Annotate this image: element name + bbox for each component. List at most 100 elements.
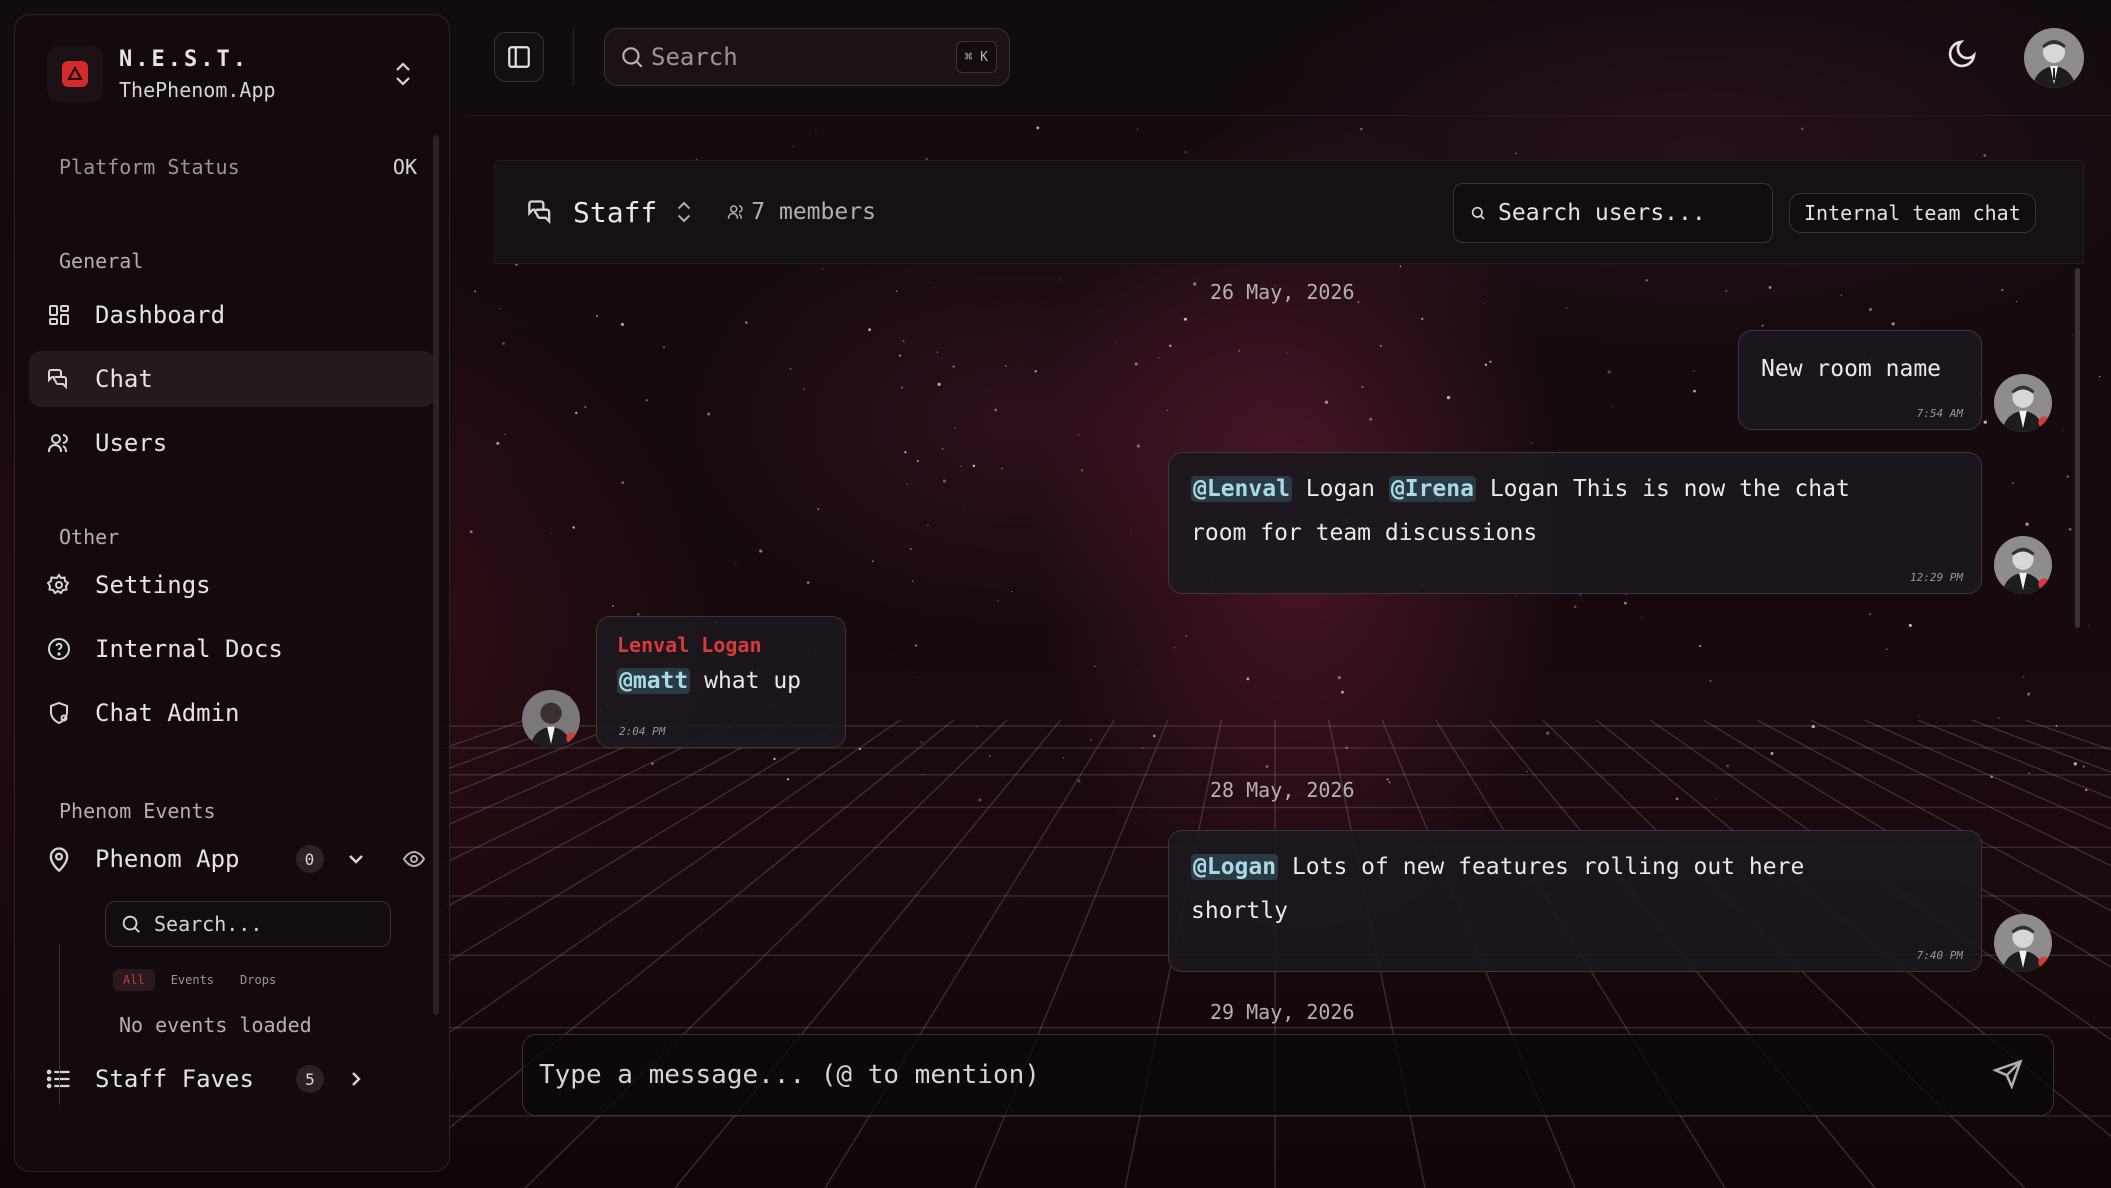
help-circle-icon xyxy=(45,635,73,663)
sidebar-item-users[interactable]: Users xyxy=(29,415,435,471)
dashboard-icon xyxy=(45,301,73,329)
chat-header: Staff 7 members Search users... Internal… xyxy=(494,160,2084,264)
message-list[interactable]: 26 May, 2026 New room name 7:54 AM @Lenv… xyxy=(494,264,2084,1024)
mention[interactable]: @Irena xyxy=(1388,476,1476,502)
sidebar-item-settings[interactable]: Settings xyxy=(29,557,435,613)
users-icon xyxy=(728,205,743,219)
message-time: 7:54 AM xyxy=(1916,407,1963,420)
sidebar-item-chat[interactable]: Chat xyxy=(29,351,435,407)
message-time: 12:29 PM xyxy=(1910,571,1963,584)
users-icon xyxy=(45,429,73,457)
message-time: 2:04 PM xyxy=(619,725,666,738)
member-count-text: 7 members xyxy=(751,199,876,225)
search-icon xyxy=(122,915,140,933)
avatar[interactable] xyxy=(1994,536,2052,594)
events-empty-text: No events loaded xyxy=(119,1013,312,1037)
date-separator: 26 May, 2026 xyxy=(1210,280,1355,304)
staff-faves-count: 5 xyxy=(295,1065,324,1093)
avatar[interactable] xyxy=(1994,914,2052,972)
brand-switcher[interactable]: N.E.S.T. ThePhenom.App xyxy=(29,15,435,133)
section-other-label: Other xyxy=(59,525,120,549)
events-search-input[interactable]: Search... xyxy=(105,901,391,947)
sidebar-item-label: Settings xyxy=(95,571,211,599)
sidebar-item-internal-docs[interactable]: Internal Docs xyxy=(29,621,435,677)
map-pin-icon xyxy=(49,847,69,873)
events-filter-tabs: All Events Drops xyxy=(113,969,435,991)
message-text: New room name xyxy=(1761,356,1942,382)
sidebar-item-label: Chat Admin xyxy=(95,699,240,727)
filter-all[interactable]: All xyxy=(113,969,155,991)
message-sender[interactable]: Lenval Logan xyxy=(617,631,825,659)
mention[interactable]: @Logan xyxy=(1191,854,1279,880)
chevron-down-icon[interactable] xyxy=(346,849,366,869)
sidebar-item-label: Internal Docs xyxy=(95,635,283,663)
message-bubble-own[interactable]: New room name 7:54 AM xyxy=(1738,330,1982,430)
message-text: room for team discussions xyxy=(1191,520,1538,546)
filter-drops[interactable]: Drops xyxy=(230,969,286,991)
filter-events[interactable]: Events xyxy=(161,969,224,991)
avatar[interactable] xyxy=(522,690,580,748)
staff-faves-row[interactable]: Staff Faves 5 xyxy=(29,1051,435,1107)
shortcut-hint: ⌘ K xyxy=(955,41,997,73)
mention[interactable]: @Lenval xyxy=(1191,476,1292,502)
user-avatar[interactable] xyxy=(2024,28,2084,88)
room-name: Staff xyxy=(573,195,658,229)
events-app-row[interactable]: Phenom App 0 xyxy=(29,831,435,887)
events-search-placeholder: Search... xyxy=(154,912,263,936)
sidebar-scrollbar[interactable] xyxy=(433,135,439,1015)
brand-title: N.E.S.T. xyxy=(119,46,249,72)
member-count: 7 members xyxy=(727,199,876,225)
section-general-label: General xyxy=(59,249,144,273)
global-search-placeholder: Search xyxy=(651,43,738,71)
message-time: 7:40 PM xyxy=(1916,949,1963,962)
chevron-right-icon[interactable] xyxy=(346,1069,366,1089)
platform-status-label: Platform Status xyxy=(59,155,240,179)
panel-left-icon xyxy=(508,46,530,68)
sidebar-item-label: Chat xyxy=(95,365,153,393)
sidebar-item-dashboard[interactable]: Dashboard xyxy=(29,287,435,343)
app-logo xyxy=(47,46,103,102)
sidebar-item-label: Users xyxy=(95,429,168,457)
date-separator: 29 May, 2026 xyxy=(1210,1000,1355,1024)
chat-icon xyxy=(45,365,73,393)
message-bubble-own[interactable]: @Logan Lots of new features rolling out … xyxy=(1168,830,1982,972)
user-search-input[interactable]: Search users... xyxy=(1453,183,1773,243)
message-list-scrollbar[interactable] xyxy=(2075,268,2080,628)
search-icon xyxy=(1471,206,1485,220)
chevron-up-down-icon[interactable] xyxy=(675,198,693,226)
message-text: what up xyxy=(690,668,802,694)
staff-faves-label: Staff Faves xyxy=(95,1065,254,1093)
user-search-placeholder: Search users... xyxy=(1498,200,1706,226)
tree-line xyxy=(59,945,60,1105)
platform-status: Platform Status OK xyxy=(29,133,435,179)
section-events-label: Phenom Events xyxy=(59,799,216,823)
platform-status-value: OK xyxy=(392,155,417,179)
chevron-up-down-icon[interactable] xyxy=(393,59,413,89)
sidebar: N.E.S.T. ThePhenom.App Platform Status O… xyxy=(14,14,450,1172)
room-description-badge: Internal team chat xyxy=(1789,193,2036,233)
events-app-name: Phenom App xyxy=(95,845,240,873)
message-bubble-other[interactable]: Lenval Logan @matt what up 2:04 PM xyxy=(596,616,846,748)
message-input[interactable]: Type a message... (@ to mention) xyxy=(522,1034,2054,1116)
global-search-input[interactable]: Search ⌘ K xyxy=(604,28,1010,86)
send-icon[interactable] xyxy=(1993,1059,2023,1089)
mention[interactable]: @matt xyxy=(617,668,691,694)
eye-icon[interactable] xyxy=(402,847,426,871)
message-text: shortly xyxy=(1191,898,1288,924)
message-input-placeholder: Type a message... (@ to mention) xyxy=(539,1060,1040,1090)
message-text: Logan xyxy=(1291,476,1389,502)
sidebar-item-label: Dashboard xyxy=(95,301,226,329)
message-text: Lots of new features rolling out here xyxy=(1278,854,1805,880)
moon-icon[interactable] xyxy=(1946,38,1978,70)
divider xyxy=(573,28,574,86)
gear-icon xyxy=(45,571,73,599)
sidebar-toggle-button[interactable] xyxy=(494,32,544,82)
message-bubble-own[interactable]: @Lenval Logan @Irena Logan This is now t… xyxy=(1168,452,1982,594)
top-bar: Search ⌘ K xyxy=(466,0,2111,116)
message-text: Logan This is now the chat xyxy=(1475,476,1850,502)
date-separator: 28 May, 2026 xyxy=(1210,778,1355,802)
avatar[interactable] xyxy=(1994,374,2052,432)
brand-subtitle: ThePhenom.App xyxy=(119,77,276,102)
sidebar-item-chat-admin[interactable]: Chat Admin xyxy=(29,685,435,741)
search-icon xyxy=(622,47,643,68)
